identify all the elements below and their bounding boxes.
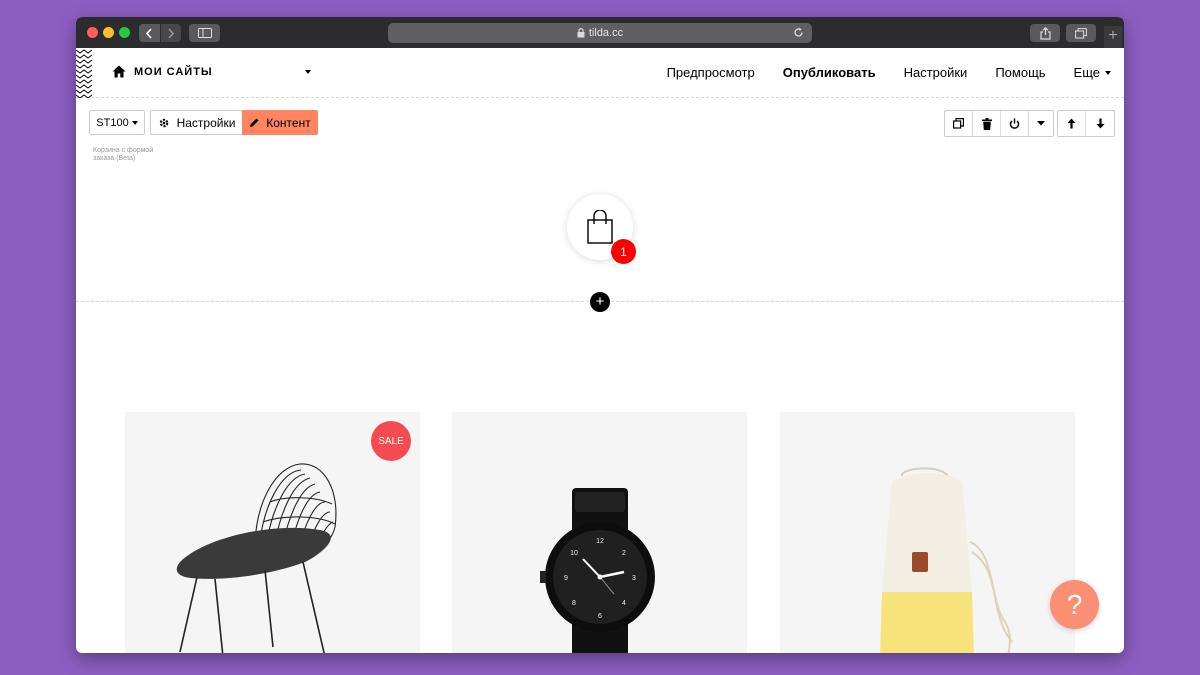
block-code-dropdown[interactable]: ST100 xyxy=(89,110,145,135)
svg-text:6: 6 xyxy=(598,613,602,620)
back-icon xyxy=(146,27,152,39)
block-code-label: ST100 xyxy=(96,116,129,129)
more-label: Еще xyxy=(1073,65,1100,80)
sites-dropdown-icon[interactable] xyxy=(305,70,311,74)
share-icon xyxy=(1039,26,1051,40)
block-content-button[interactable]: Контент xyxy=(242,110,318,135)
browser-toolbar: tilda.cc + xyxy=(76,17,1124,48)
new-tab-icon: + xyxy=(1108,27,1118,44)
watch-image: 12 2 3 4 6 8 9 10 xyxy=(540,488,655,653)
new-tab-button[interactable]: + xyxy=(1104,26,1122,48)
sidebar-toggle-button[interactable] xyxy=(189,24,220,42)
cart-count-badge: 1 xyxy=(611,239,636,264)
move-down-icon xyxy=(1096,118,1104,129)
gear-icon xyxy=(159,118,168,127)
maximize-window-button[interactable] xyxy=(119,27,130,38)
block-settings-label: Настройки xyxy=(176,115,236,130)
top-menu: Предпросмотр Опубликовать Настройки Помо… xyxy=(667,65,1124,80)
svg-text:12: 12 xyxy=(596,538,604,545)
block-content-label: Контент xyxy=(266,115,311,130)
svg-text:8: 8 xyxy=(572,600,576,607)
help-button[interactable]: ? xyxy=(1050,580,1099,629)
forward-icon xyxy=(168,27,174,39)
chevron-down-icon xyxy=(1105,70,1111,75)
move-down-button[interactable] xyxy=(1086,111,1114,136)
block-actions-group xyxy=(944,110,1054,137)
svg-text:9: 9 xyxy=(564,575,568,582)
url-text: tilda.cc xyxy=(588,27,624,39)
block-description: Корзина с формой заказа (Beta) xyxy=(93,147,154,162)
toggle-visibility-button[interactable] xyxy=(1001,111,1029,136)
svg-text:2: 2 xyxy=(622,550,626,557)
back-button[interactable] xyxy=(139,24,160,42)
delete-button[interactable] xyxy=(973,111,1001,136)
navigation-buttons xyxy=(139,24,181,42)
browser-window: tilda.cc + МОИ САЙТЫ Предпросмотр Опубли… xyxy=(76,17,1124,653)
move-up-button[interactable] xyxy=(1058,111,1086,136)
help-link[interactable]: Помощь xyxy=(995,65,1045,80)
block-move-group xyxy=(1057,110,1115,137)
editor-header: МОИ САЙТЫ Предпросмотр Опубликовать Наст… xyxy=(76,48,1124,98)
dropdown-icon xyxy=(1037,121,1045,126)
reload-icon[interactable] xyxy=(793,27,804,38)
share-button[interactable] xyxy=(1030,24,1060,42)
home-icon xyxy=(112,65,126,78)
product-card-bag[interactable] xyxy=(780,412,1075,653)
product-card-watch[interactable]: 12 2 3 4 6 8 9 10 xyxy=(452,412,747,653)
forward-button[interactable] xyxy=(160,24,181,42)
add-block-button[interactable]: + xyxy=(590,292,610,312)
more-menu[interactable]: Еще xyxy=(1074,65,1111,80)
power-icon xyxy=(1009,118,1020,129)
settings-link[interactable]: Настройки xyxy=(904,65,968,80)
tabs-icon xyxy=(1075,27,1087,38)
block-settings-button[interactable]: Настройки xyxy=(150,110,242,135)
delete-icon xyxy=(981,117,992,130)
more-actions-button[interactable] xyxy=(1029,111,1053,136)
close-window-button[interactable] xyxy=(87,27,98,38)
shopping-bag-icon xyxy=(587,210,613,244)
svg-text:3: 3 xyxy=(632,575,636,582)
tilda-logo-pattern xyxy=(76,49,93,98)
svg-text:10: 10 xyxy=(570,550,578,557)
product-card-chair[interactable]: SALE xyxy=(125,412,420,653)
my-sites-link[interactable]: МОИ САЙТЫ xyxy=(112,65,213,78)
publish-link[interactable]: Опубликовать xyxy=(783,65,876,80)
sidebar-icon xyxy=(197,28,212,38)
my-sites-label: МОИ САЙТЫ xyxy=(134,65,213,78)
svg-text:4: 4 xyxy=(622,600,626,607)
duplicate-button[interactable] xyxy=(945,111,973,136)
duplicate-icon xyxy=(953,118,964,129)
move-up-icon xyxy=(1067,118,1076,129)
chevron-down-icon xyxy=(131,120,138,125)
minimize-window-button[interactable] xyxy=(103,27,114,38)
tabs-overview-button[interactable] xyxy=(1066,24,1096,42)
sale-badge: SALE xyxy=(371,421,411,461)
pencil-icon xyxy=(250,118,259,127)
lock-icon xyxy=(577,28,585,38)
preview-link[interactable]: Предпросмотр xyxy=(667,65,755,80)
bag-image xyxy=(880,467,1013,653)
address-bar[interactable]: tilda.cc xyxy=(388,23,812,43)
